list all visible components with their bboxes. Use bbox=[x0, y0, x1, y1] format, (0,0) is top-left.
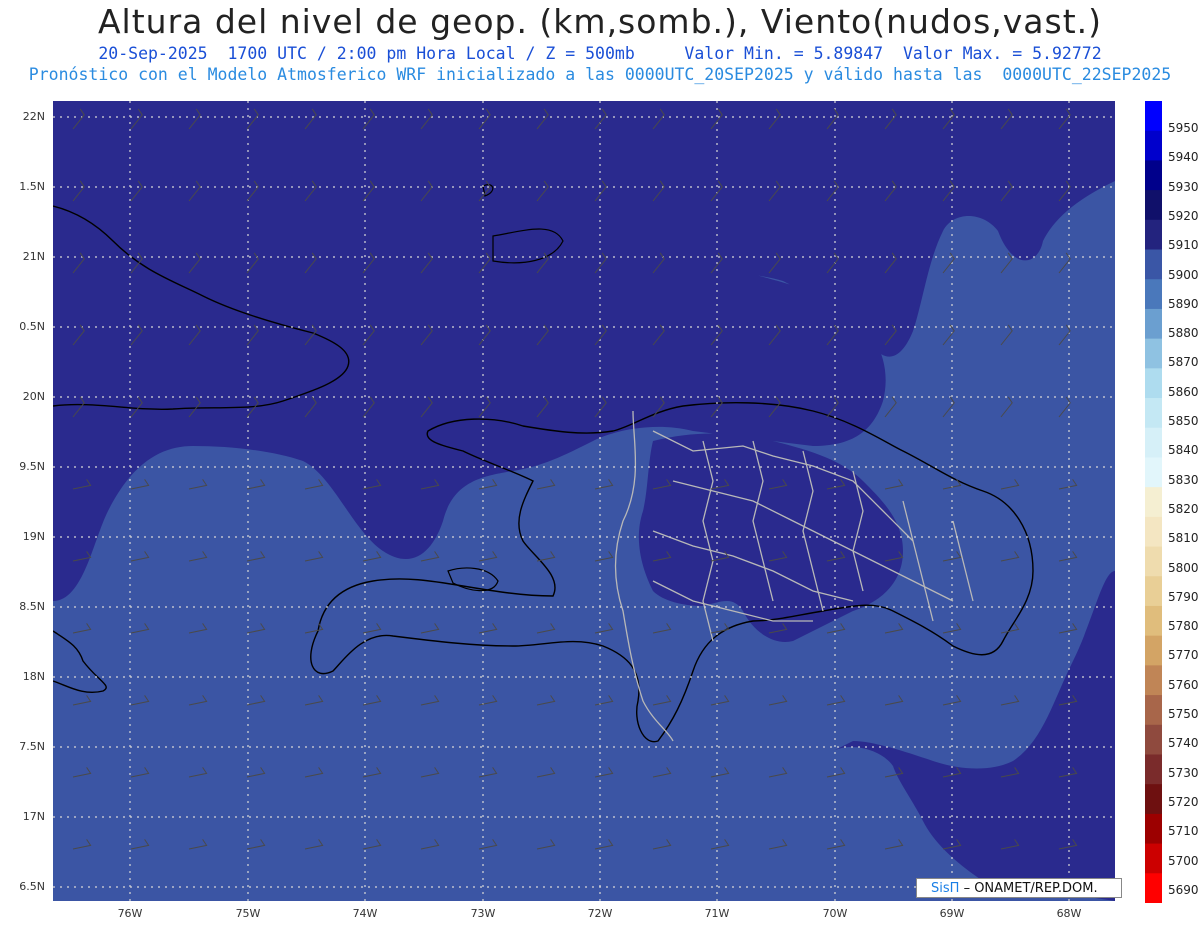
map-title: Altura del nivel de geop. (km,somb.), Vi… bbox=[97, 2, 1103, 41]
colorbar-label: 5720 bbox=[1168, 794, 1199, 809]
colorbar-label: 5950 bbox=[1168, 121, 1199, 135]
colorbar-label: 5890 bbox=[1168, 296, 1199, 311]
colorbar-swatch bbox=[1145, 160, 1162, 191]
colorbar-swatch bbox=[1145, 427, 1162, 458]
lon-label: 72W bbox=[587, 907, 613, 920]
colorbar-swatch bbox=[1145, 398, 1162, 429]
credit-text: – ONAMET/REP.DOM. bbox=[963, 881, 1098, 896]
lat-label: 17N bbox=[22, 810, 45, 823]
colorbar-swatch bbox=[1145, 457, 1162, 488]
colorbar-label: 5690 bbox=[1168, 882, 1199, 897]
colorbar-label: 5770 bbox=[1168, 648, 1199, 663]
colorbar-label: 5920 bbox=[1168, 208, 1199, 223]
colorbar-label: 5910 bbox=[1168, 238, 1199, 253]
colorbar-label: 5790 bbox=[1168, 589, 1199, 604]
colorbar-swatch bbox=[1145, 813, 1162, 845]
colorbar-swatch bbox=[1145, 724, 1162, 755]
colorbar-label: 5820 bbox=[1168, 501, 1199, 516]
lon-label: 76W bbox=[117, 907, 143, 920]
colorbar-label: 5710 bbox=[1168, 824, 1199, 839]
colorbar-swatch bbox=[1145, 665, 1162, 696]
colorbar-label: 5900 bbox=[1168, 267, 1199, 282]
colorbar-swatch bbox=[1145, 368, 1162, 399]
colorbar-swatch bbox=[1145, 279, 1162, 310]
colorbar-swatch bbox=[1145, 190, 1162, 221]
colorbar-label: 5930 bbox=[1168, 179, 1199, 194]
colorbar-swatch bbox=[1145, 516, 1162, 548]
lon-label: 74W bbox=[352, 907, 378, 920]
colorbar-label: 5760 bbox=[1168, 677, 1199, 692]
map-subtitle-model: Pronóstico con el Modelo Atmosferico WRF… bbox=[28, 65, 1172, 84]
lat-label: 21N bbox=[22, 250, 45, 263]
colorbar-label: 5870 bbox=[1168, 355, 1199, 370]
lat-label: 1.5N bbox=[19, 180, 45, 193]
colorbar-swatch bbox=[1145, 101, 1162, 132]
lon-label: 73W bbox=[470, 907, 496, 920]
colorbar-label: 5740 bbox=[1168, 736, 1199, 751]
colorbar-swatch bbox=[1145, 754, 1162, 785]
colorbar-swatch bbox=[1145, 546, 1162, 577]
lat-label: 6.5N bbox=[19, 880, 45, 893]
colorbar-swatch bbox=[1145, 576, 1162, 607]
colorbar-swatch bbox=[1145, 338, 1162, 369]
colorbar-label: 5730 bbox=[1168, 765, 1199, 780]
colorbar-label: 5830 bbox=[1168, 472, 1199, 487]
credit-brand: SisΠ bbox=[931, 881, 960, 896]
lat-label: 0.5N bbox=[19, 320, 45, 333]
colorbar-swatch bbox=[1145, 249, 1162, 280]
lon-label: 70W bbox=[822, 907, 848, 920]
colorbar-label: 5810 bbox=[1168, 531, 1199, 546]
colorbar-swatch bbox=[1145, 308, 1162, 340]
colorbar-label: 5750 bbox=[1168, 707, 1199, 721]
colorbar-swatch bbox=[1145, 695, 1162, 726]
colorbar-swatch bbox=[1145, 130, 1162, 161]
lat-label: 8.5N bbox=[19, 600, 45, 613]
colorbar-swatch bbox=[1145, 843, 1162, 874]
colorbar-label: 5850 bbox=[1168, 414, 1199, 428]
colorbar-label: 5860 bbox=[1168, 384, 1199, 399]
map-subtitle-date: 20-Sep-2025 1700 UTC / 2:00 pm Hora Loca… bbox=[98, 44, 1102, 63]
lat-label: 20N bbox=[22, 390, 45, 403]
lon-label: 71W bbox=[704, 907, 730, 920]
colorbar-label: 5940 bbox=[1168, 150, 1199, 165]
colorbar-swatch bbox=[1145, 635, 1162, 666]
colorbar bbox=[1145, 101, 1162, 903]
lat-label: 18N bbox=[22, 670, 45, 683]
colorbar-label: 5800 bbox=[1168, 560, 1199, 575]
colorbar-label: 5840 bbox=[1168, 443, 1199, 458]
colorbar-swatch bbox=[1145, 219, 1162, 251]
lat-label: 9.5N bbox=[19, 460, 45, 473]
colorbar-label: 5780 bbox=[1168, 619, 1199, 634]
lat-label: 19N bbox=[22, 530, 45, 543]
lon-label: 75W bbox=[235, 907, 261, 920]
lon-label: 69W bbox=[939, 907, 965, 920]
colorbar-swatch bbox=[1145, 487, 1162, 518]
colorbar-label: 5700 bbox=[1168, 853, 1199, 868]
lon-label: 68W bbox=[1056, 907, 1082, 920]
colorbar-swatch bbox=[1145, 873, 1162, 903]
credit-box: SisΠ – ONAMET/REP.DOM. bbox=[916, 878, 1122, 898]
lat-label: 22N bbox=[22, 110, 45, 123]
colorbar-swatch bbox=[1145, 605, 1162, 637]
forecast-map bbox=[53, 101, 1115, 901]
colorbar-swatch bbox=[1145, 784, 1162, 815]
lat-label: 7.5N bbox=[19, 740, 45, 753]
colorbar-label: 5880 bbox=[1168, 326, 1199, 341]
